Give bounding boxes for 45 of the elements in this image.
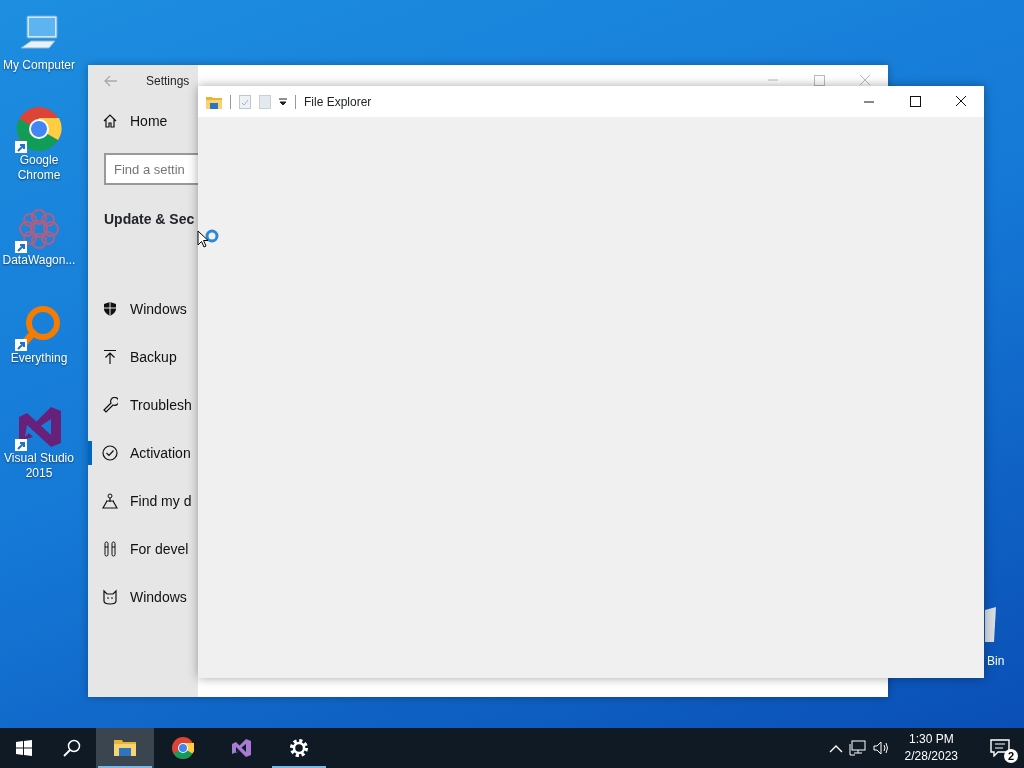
chrome-icon — [172, 737, 194, 759]
search-icon — [63, 739, 81, 757]
dropdown-icon[interactable] — [279, 97, 287, 106]
wrench-icon — [102, 397, 118, 413]
folder-icon — [114, 737, 136, 759]
upload-icon — [102, 349, 118, 365]
nav-item[interactable]: Activation — [88, 429, 198, 477]
message-icon — [990, 739, 1010, 757]
nav-item[interactable]: Windows — [88, 573, 198, 621]
shield-icon — [102, 301, 118, 317]
volume-icon[interactable] — [872, 740, 891, 756]
icon-label[interactable]: DataWagon... — [1, 253, 77, 268]
nav-item[interactable]: For devel — [88, 525, 198, 573]
check-circle-icon — [102, 445, 118, 461]
icon-label[interactable]: Everything — [1, 351, 77, 366]
tools-icon — [102, 541, 118, 557]
time-text: 1:30 PM — [907, 731, 955, 748]
ribbon-icon — [230, 737, 252, 759]
network-icon[interactable] — [848, 740, 867, 756]
nav-item[interactable]: Troublesh — [88, 381, 198, 429]
nav-item[interactable]: Find my d — [88, 477, 198, 525]
nav-link-text[interactable]: Home — [130, 110, 168, 132]
folder-icon[interactable] — [206, 94, 222, 109]
clock[interactable]: 1:30 PM 2/28/2023 — [896, 731, 966, 765]
chrome-icon — [15, 105, 63, 153]
section-heading: Update & Sec — [104, 210, 195, 229]
nav-item[interactable]: Backup — [88, 333, 198, 381]
notifications-button[interactable]: 2 — [976, 728, 1024, 768]
taskbar-app-button[interactable] — [96, 728, 154, 768]
windows-logo-icon — [16, 740, 32, 756]
cat-icon — [102, 589, 118, 605]
search-field[interactable]: Find a settin — [104, 153, 198, 185]
gear-icon — [288, 737, 310, 759]
icon-label[interactable]: Bin — [987, 652, 1005, 670]
nav-item[interactable]: Windows — [88, 285, 198, 333]
home-icon — [102, 113, 118, 129]
chevron-up-icon[interactable] — [828, 743, 843, 753]
window-title: Settings — [146, 73, 190, 90]
notification-badge: 2 — [1004, 749, 1018, 763]
person-pin-icon — [102, 493, 118, 509]
icon-label[interactable]: Google Chrome — [1, 153, 77, 183]
date-text: 2/28/2023 — [904, 748, 958, 765]
window-title: File Explorer — [304, 93, 372, 111]
icon-label[interactable]: Visual Studio 2015 — [1, 451, 77, 481]
icon-label[interactable]: My Computer — [1, 58, 77, 73]
